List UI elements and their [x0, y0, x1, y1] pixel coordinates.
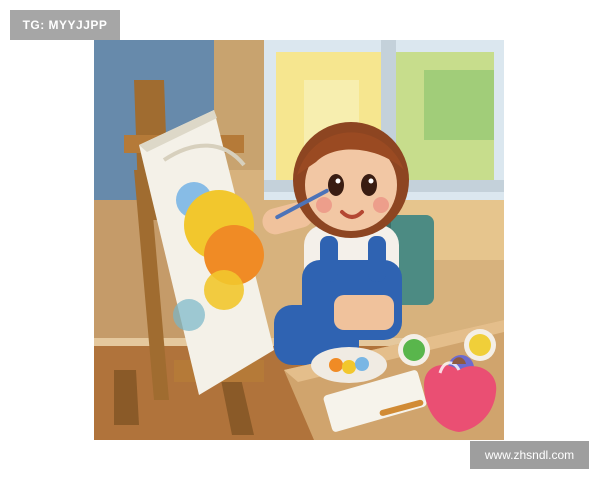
overlay-tag-text: TG: MYYJJPP	[22, 18, 108, 32]
overlay-tag: TG: MYYJJPP	[10, 10, 120, 40]
watermark: www.zhsndl.com	[470, 441, 589, 469]
child-painting-illustration	[94, 40, 504, 440]
watermark-text: www.zhsndl.com	[484, 448, 575, 462]
